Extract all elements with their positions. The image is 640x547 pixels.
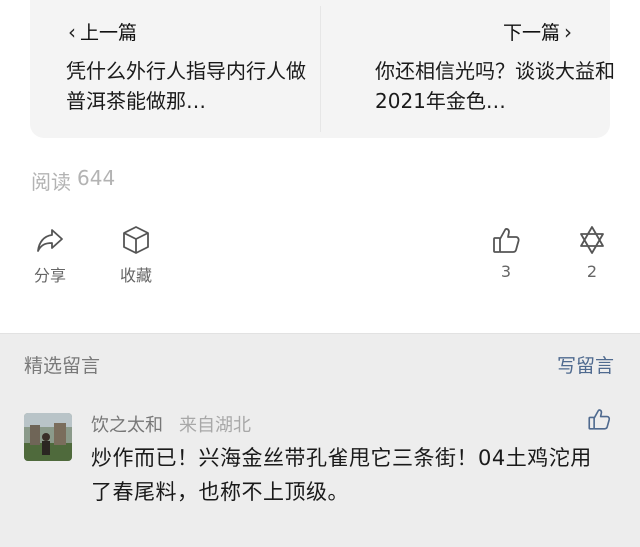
share-icon <box>37 229 63 252</box>
next-article-title: 你还相信光吗？谈谈大益和2021年金色… <box>375 59 615 113</box>
favorite-label: 收藏 <box>119 266 152 285</box>
comments-title: 精选留言 <box>24 355 101 377</box>
wow-count: 2 <box>586 262 598 281</box>
like-count: 3 <box>500 262 512 281</box>
like-button[interactable]: 3 <box>488 224 524 281</box>
read-count: 阅读 644 <box>31 166 115 195</box>
box-icon <box>123 226 149 254</box>
share-label: 分享 <box>33 266 66 285</box>
prev-article-title: 凭什么外行人指导内行人做普洱茶能做那… <box>66 59 306 113</box>
read-number: 644 <box>77 166 116 190</box>
next-label: 下一篇 <box>502 22 560 44</box>
comments-section: 精选留言 写留言 饮之太和 来自湖北 炒作而已！兴海金丝带孔雀甩它三条街！04土… <box>0 333 640 547</box>
avatar[interactable] <box>24 413 72 461</box>
thumbs-up-icon <box>493 228 520 253</box>
next-article-link[interactable]: 下一篇 › 你还相信光吗？谈谈大益和2021年金色… <box>320 0 615 138</box>
prev-article-link[interactable]: ‹ 上一篇 凭什么外行人指导内行人做普洱茶能做那… <box>30 0 320 138</box>
write-comment-button[interactable]: 写留言 <box>557 351 614 378</box>
comment-author[interactable]: 饮之太和 <box>91 411 163 437</box>
comment-text: 炒作而已！兴海金丝带孔雀甩它三条街！04土鸡沱用了春尾料，也称不上顶级。 <box>91 446 592 504</box>
comment-location: 来自湖北 <box>179 415 251 436</box>
share-button[interactable]: 分享 <box>28 224 72 286</box>
prev-label: 上一篇 <box>80 22 138 44</box>
favorite-button[interactable]: 收藏 <box>112 224 160 286</box>
comment-thumbs-up-icon[interactable] <box>586 406 612 432</box>
section-divider <box>0 333 640 334</box>
wow-button[interactable]: 2 <box>574 224 610 281</box>
hexagram-icon <box>580 226 604 254</box>
read-label: 阅读 <box>31 170 71 194</box>
chevron-right-icon: › <box>564 19 572 44</box>
chevron-left-icon: ‹ <box>68 19 76 44</box>
